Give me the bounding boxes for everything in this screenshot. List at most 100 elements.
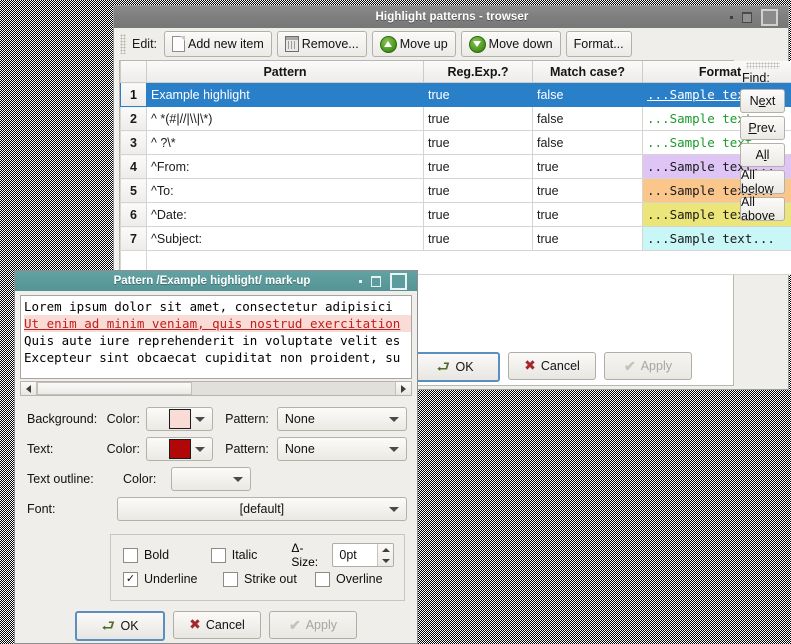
background-color-combo[interactable] bbox=[146, 407, 214, 431]
main-cancel-button[interactable]: ✖ Cancel bbox=[508, 352, 596, 380]
cell-match-case[interactable]: true bbox=[532, 154, 643, 179]
stepper-buttons[interactable] bbox=[377, 544, 394, 566]
pattern-apply-button[interactable]: ✔ Apply bbox=[269, 611, 357, 639]
column-header-pattern[interactable]: Pattern bbox=[146, 61, 424, 83]
cell-match-case[interactable]: true bbox=[532, 202, 643, 227]
text-row: Text: Color: Pattern: None bbox=[27, 434, 407, 464]
cell-pattern[interactable]: ^Subject: bbox=[146, 226, 424, 251]
background-pattern-value: None bbox=[284, 412, 315, 426]
column-header-regexp[interactable]: Reg.Exp.? bbox=[423, 61, 533, 83]
cell-regexp[interactable]: true bbox=[423, 202, 533, 227]
cell-regexp[interactable]: true bbox=[423, 154, 533, 179]
row-number: 7 bbox=[120, 226, 147, 251]
column-header-match-case[interactable]: Match case? bbox=[532, 61, 643, 83]
scroll-right-icon[interactable] bbox=[395, 382, 411, 395]
find-next-button[interactable]: Next bbox=[740, 89, 785, 113]
add-new-item-button[interactable]: Add new item bbox=[164, 31, 272, 57]
cell-pattern[interactable]: ^To: bbox=[146, 178, 424, 203]
background-pattern-combo[interactable]: None bbox=[276, 407, 407, 431]
cell-match-case[interactable]: true bbox=[532, 178, 643, 203]
cell-match-case[interactable]: false bbox=[532, 130, 643, 155]
arrow-up-circle-icon bbox=[379, 35, 397, 53]
overline-checkbox[interactable]: Overline bbox=[315, 571, 383, 587]
cell-regexp[interactable]: true bbox=[423, 178, 533, 203]
text-outline-color-combo[interactable] bbox=[171, 467, 251, 491]
cell-pattern[interactable]: ^ ?\* bbox=[146, 130, 424, 155]
scroll-left-icon[interactable] bbox=[21, 382, 37, 395]
text-color-combo[interactable] bbox=[146, 437, 214, 461]
delta-size-stepper[interactable]: 0pt bbox=[332, 543, 395, 567]
minimize-icon[interactable] bbox=[359, 279, 362, 283]
ok-arrow-icon bbox=[436, 361, 450, 373]
font-style-box: Bold Italic Δ-Size: 0pt ✓ Underline Stri… bbox=[110, 534, 405, 601]
find-all-button[interactable]: All bbox=[740, 143, 785, 167]
table-row[interactable]: 5 ^To: true true ...Sample text... bbox=[120, 178, 791, 203]
bold-checkbox[interactable]: Bold bbox=[123, 547, 211, 563]
cell-pattern[interactable]: Example highlight bbox=[146, 82, 424, 107]
pattern-ok-button[interactable]: OK bbox=[75, 611, 165, 641]
cell-regexp[interactable]: true bbox=[423, 226, 533, 251]
cell-match-case[interactable]: false bbox=[532, 82, 643, 107]
overline-label: Overline bbox=[336, 572, 383, 586]
check-icon: ✔ bbox=[288, 617, 301, 633]
find-next-label: Next bbox=[749, 94, 776, 108]
style-row-1: Bold Italic Δ-Size: 0pt bbox=[123, 541, 395, 569]
column-header-rownum[interactable] bbox=[120, 61, 147, 83]
table-row[interactable]: 2 ^ *(#|//|\\|\*) true false ...Sample text.… bbox=[120, 106, 791, 131]
minimize-icon[interactable] bbox=[730, 15, 733, 19]
cell-match-case[interactable]: false bbox=[532, 106, 643, 131]
cell-regexp[interactable]: true bbox=[423, 82, 533, 107]
text-outline-color-label: Color: bbox=[123, 472, 157, 486]
overline-checkbox-box bbox=[315, 571, 330, 587]
main-ok-button[interactable]: OK bbox=[410, 352, 500, 382]
cell-pattern[interactable]: ^Date: bbox=[146, 202, 424, 227]
maximize-icon[interactable] bbox=[371, 275, 381, 287]
strike-out-checkbox[interactable]: Strike out bbox=[223, 571, 315, 587]
stepper-up-icon[interactable] bbox=[378, 544, 393, 555]
table-row[interactable]: 4 ^From: true true ...Sample text... bbox=[120, 154, 791, 179]
delta-size-value[interactable]: 0pt bbox=[333, 544, 377, 566]
cell-match-case[interactable]: true bbox=[532, 226, 643, 251]
table-row[interactable]: 7 ^Subject: true true ...Sample text... bbox=[120, 226, 791, 251]
move-down-label: Move down bbox=[488, 37, 553, 51]
table-row[interactable]: 3 ^ ?\* true false ...Sample text... bbox=[120, 130, 791, 155]
find-all-above-button[interactable]: All above bbox=[740, 195, 785, 223]
patterns-table: Pattern Reg.Exp.? Match case? Format 1 Ex… bbox=[120, 61, 791, 275]
toolbar-grip[interactable] bbox=[120, 34, 126, 54]
main-apply-button[interactable]: ✔ Apply bbox=[604, 352, 692, 380]
cell-pattern[interactable]: ^ *(#|//|\\|\*) bbox=[146, 106, 424, 131]
background-color-swatch bbox=[169, 409, 192, 429]
find-panel-grip[interactable] bbox=[745, 62, 780, 69]
cell-regexp[interactable]: true bbox=[423, 106, 533, 131]
pattern-markup-dialog: Pattern /Example highlight/ mark-up Lore… bbox=[14, 270, 418, 644]
find-all-below-button[interactable]: All below bbox=[740, 168, 785, 196]
pattern-cancel-button[interactable]: ✖ Cancel bbox=[173, 611, 261, 639]
italic-checkbox[interactable]: Italic bbox=[210, 547, 292, 563]
sample-text-preview[interactable]: Lorem ipsum dolor sit amet, consectetur … bbox=[20, 295, 412, 379]
cell-pattern[interactable]: ^From: bbox=[146, 154, 424, 179]
table-row[interactable]: 1 Example highlight true false ...Sample tex… bbox=[120, 82, 791, 107]
pattern-dialog-titlebar[interactable]: Pattern /Example highlight/ mark-up bbox=[15, 271, 417, 291]
close-icon[interactable] bbox=[390, 272, 407, 290]
text-pattern-combo[interactable]: None bbox=[276, 437, 407, 461]
find-prev-button[interactable]: Prev. bbox=[740, 116, 785, 140]
main-dialog-buttons: OK ✖ Cancel ✔ Apply bbox=[410, 352, 692, 382]
find-panel: Find: Next Prev. All All below All above bbox=[740, 60, 785, 386]
move-down-button[interactable]: Move down bbox=[460, 31, 561, 57]
cell-regexp[interactable]: true bbox=[423, 130, 533, 155]
font-combo[interactable]: [default] bbox=[116, 497, 407, 521]
stepper-down-icon[interactable] bbox=[378, 555, 393, 566]
scrollbar-thumb[interactable] bbox=[37, 382, 192, 395]
main-window-titlebar[interactable]: Highlight patterns - trowser bbox=[114, 6, 788, 28]
underline-checkbox[interactable]: ✓ Underline bbox=[123, 571, 223, 587]
format-button[interactable]: Format... bbox=[565, 31, 632, 57]
font-value: [default] bbox=[239, 502, 285, 516]
move-up-button[interactable]: Move up bbox=[371, 31, 456, 57]
maximize-icon[interactable] bbox=[742, 11, 752, 23]
preview-horizontal-scrollbar[interactable] bbox=[20, 381, 412, 396]
close-icon[interactable] bbox=[761, 8, 778, 26]
remove-button[interactable]: Remove... bbox=[276, 31, 367, 57]
main-apply-label: Apply bbox=[640, 359, 672, 373]
preview-line: Quis aute iure reprehenderit in voluptat… bbox=[24, 333, 401, 348]
table-row[interactable]: 6 ^Date: true true ...Sample text... bbox=[120, 202, 791, 227]
